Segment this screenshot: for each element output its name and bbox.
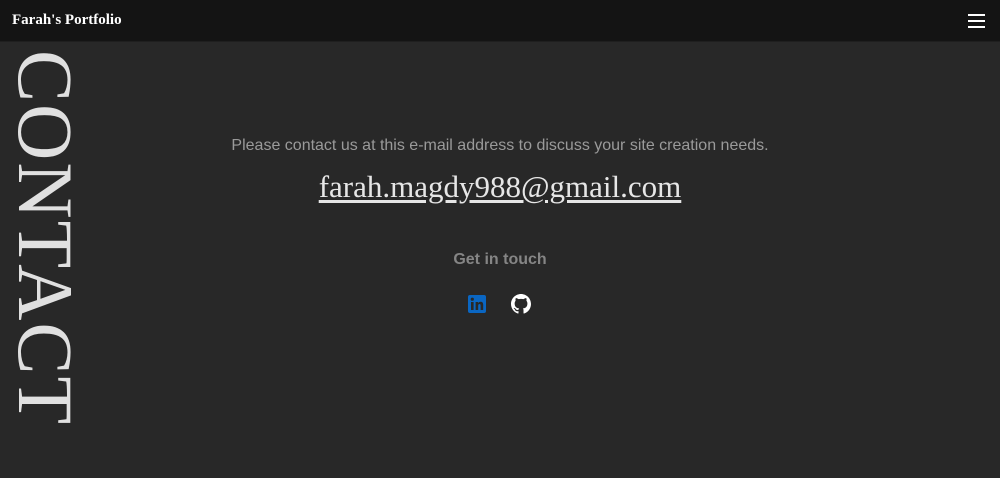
contact-intro-text: Please contact us at this e-mail address…	[231, 137, 769, 154]
top-navbar: Farah's Portfolio	[0, 0, 1000, 42]
section-title-vertical: CONTACT	[2, 50, 89, 427]
email-container: farah.magdy988@gmail.com	[0, 170, 1000, 210]
github-icon[interactable]	[511, 294, 531, 314]
social-links	[466, 294, 536, 314]
hamburger-menu-icon[interactable]	[967, 8, 987, 32]
linkedin-icon[interactable]	[467, 294, 487, 314]
brand-link[interactable]: Farah's Portfolio	[12, 11, 122, 29]
get-in-touch-heading: Get in touch	[453, 251, 547, 268]
email-link[interactable]: farah.magdy988@gmail.com	[319, 169, 682, 204]
